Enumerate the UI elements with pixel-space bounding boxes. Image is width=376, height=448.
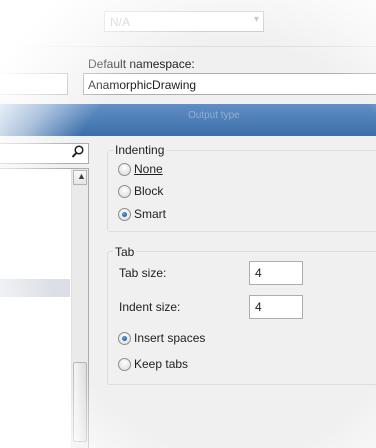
keep-tabs-radio[interactable] <box>118 358 131 371</box>
namespace-label: Default namespace: <box>88 57 195 71</box>
namespace-input[interactable]: AnamorphicDrawing <box>83 73 376 95</box>
scroll-up-button[interactable]: ▲ <box>73 170 87 185</box>
tab-size-input[interactable]: 4 <box>249 261 303 285</box>
search-input[interactable] <box>0 143 89 164</box>
insert-spaces-label[interactable]: Insert spaces <box>134 331 205 345</box>
indent-size-label: Indent size: <box>119 300 181 314</box>
header-bar-text: Output type <box>188 110 240 121</box>
indent-smart-label[interactable]: Smart <box>134 207 166 221</box>
category-tree-list[interactable]: ▲ <box>0 168 89 448</box>
vertical-scrollbar[interactable]: ▲ <box>71 169 88 448</box>
top-dropdown-value: N/A <box>110 15 131 29</box>
indent-block-radio[interactable] <box>118 185 131 198</box>
search-icon[interactable] <box>71 144 85 163</box>
tab-size-label: Tab size: <box>119 266 167 280</box>
category-header-bar: Output type <box>0 104 376 136</box>
top-dropdown[interactable]: N/A ▾ <box>104 11 264 32</box>
tab-size-value: 4 <box>255 266 262 280</box>
tab-group-title: Tab <box>113 245 137 259</box>
indent-none-label[interactable]: None <box>134 162 163 176</box>
indent-smart-radio[interactable] <box>118 208 131 221</box>
indenting-group-title: Indenting <box>113 143 167 157</box>
chevron-up-icon: ▲ <box>77 171 86 181</box>
options-dialog: N/A ▾ Default namespace: AnamorphicDrawi… <box>0 0 376 448</box>
indent-none-radio[interactable] <box>118 163 131 176</box>
tree-selected-row[interactable] <box>0 279 70 297</box>
separator-line <box>0 46 376 47</box>
indent-size-value: 4 <box>255 300 262 314</box>
indent-size-input[interactable]: 4 <box>249 295 303 319</box>
indent-block-label[interactable]: Block <box>134 184 163 198</box>
namespace-value: AnamorphicDrawing <box>88 78 197 92</box>
scroll-thumb[interactable] <box>73 362 87 442</box>
keep-tabs-label[interactable]: Keep tabs <box>134 357 188 371</box>
insert-spaces-radio[interactable] <box>118 332 131 345</box>
left-text-field[interactable] <box>0 73 68 95</box>
chevron-down-icon: ▾ <box>253 14 259 25</box>
